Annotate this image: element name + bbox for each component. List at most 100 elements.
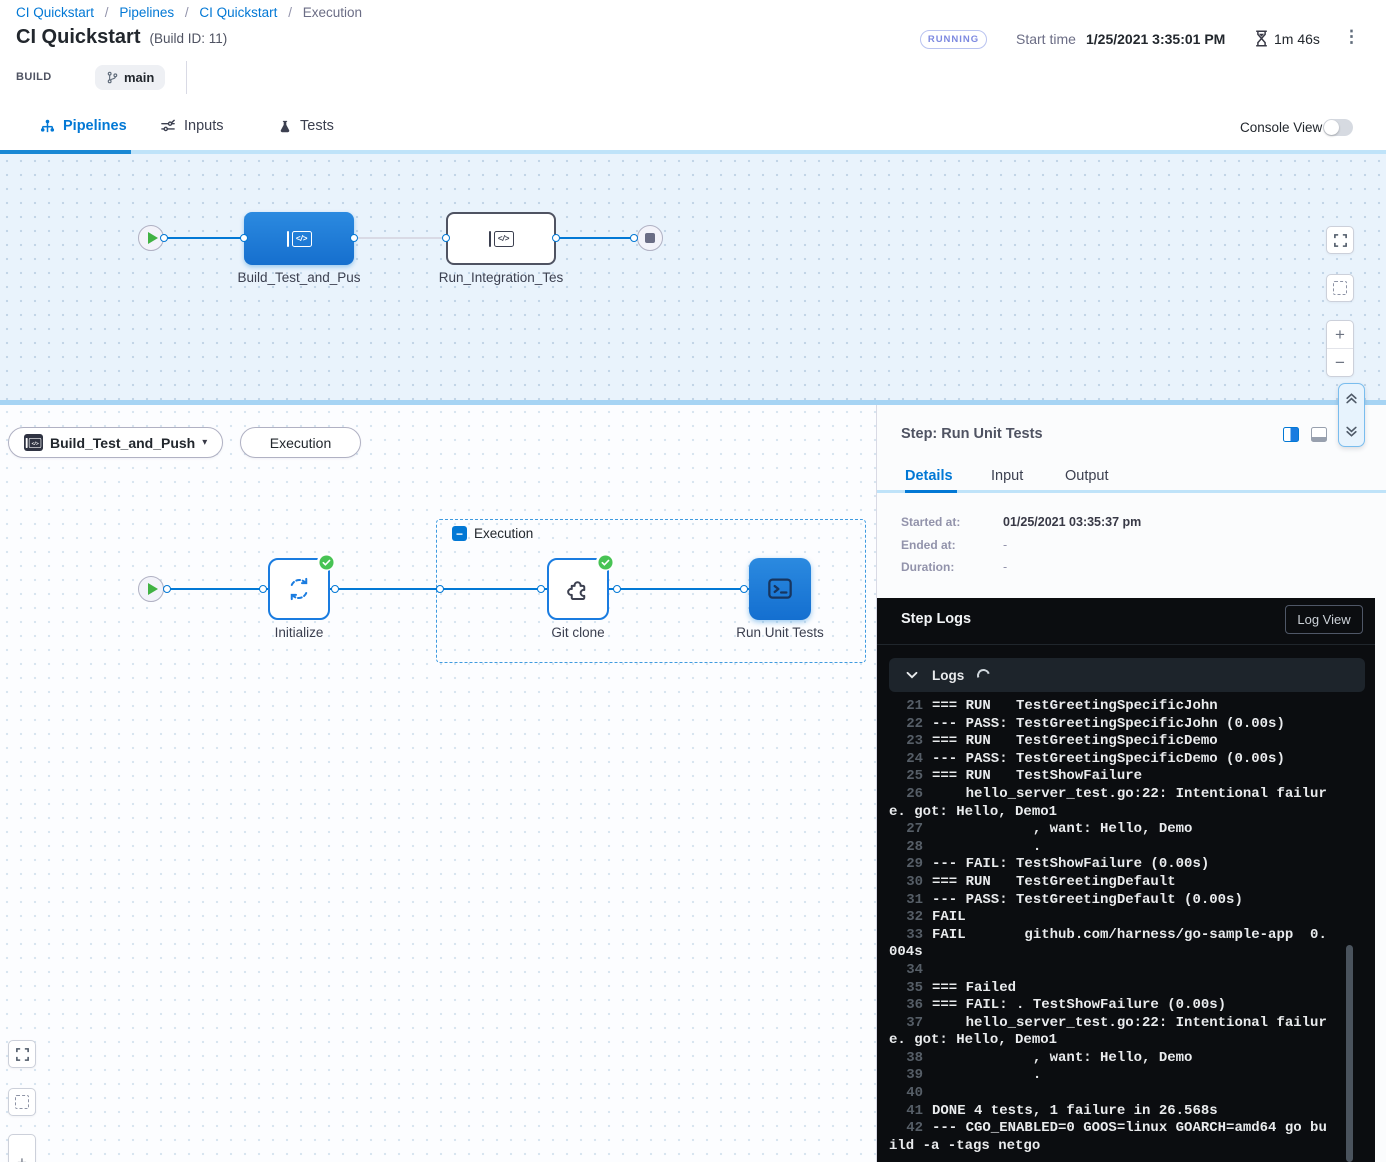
zoom-out-button[interactable]: − — [1327, 349, 1353, 376]
zoom-in-button[interactable]: + — [1327, 321, 1353, 348]
connector-port — [537, 585, 545, 593]
connector-port — [552, 234, 560, 242]
tab-input[interactable]: Input — [991, 468, 1023, 484]
git-branch-icon — [106, 70, 119, 85]
log-line: 21=== RUN TestGreetingSpecificJohn — [889, 698, 1331, 716]
log-line-text: --- CGO_ENABLED=0 GOOS=linux GOARCH=amd6… — [889, 1120, 1327, 1154]
log-line-number: 30 — [889, 874, 923, 892]
double-chevron-up-icon[interactable] — [1345, 391, 1358, 405]
step-panel-title: Step: Run Unit Tests — [901, 426, 1043, 442]
lower-section: Build_Test_and_Push ▾ Execution − Execut… — [0, 405, 1386, 1162]
step-label: Run Unit Tests — [731, 625, 829, 640]
log-line: 27 , want: Hello, Demo — [889, 821, 1331, 839]
log-line-number: 37 — [889, 1015, 923, 1033]
log-line-text: === Failed — [932, 980, 1016, 996]
marquee-icon — [1333, 281, 1347, 295]
tab-details[interactable]: Details — [905, 468, 953, 484]
branch-chip[interactable]: main — [95, 65, 165, 90]
start-time-value: 1/25/2021 3:35:01 PM — [1086, 31, 1225, 47]
log-line: 24--- PASS: TestGreetingSpecificDemo (0.… — [889, 751, 1331, 769]
logs-header-divider — [877, 644, 1375, 645]
tab-output[interactable]: Output — [1065, 468, 1109, 484]
marquee-select-button[interactable] — [1326, 274, 1354, 302]
layout-bottom-panel-icon[interactable] — [1311, 427, 1327, 442]
logs-accordion-header[interactable]: Logs — [889, 658, 1365, 692]
build-id: (Build ID: 11) — [149, 31, 227, 46]
execution-view-chip[interactable]: Execution — [240, 427, 361, 458]
zoom-controls: + − — [1326, 320, 1354, 377]
step-details-panel: Step: Run Unit Tests Details Input Outpu… — [876, 405, 1386, 1162]
tab-tests[interactable]: Tests — [278, 118, 334, 134]
tab-pipelines[interactable]: Pipelines — [40, 118, 127, 134]
title-row: CI Quickstart (Build ID: 11) — [16, 26, 227, 49]
log-line-number: 41 — [889, 1103, 923, 1121]
log-line: 36=== FAIL: . TestShowFailure (0.00s) — [889, 997, 1331, 1015]
log-line: 39 . — [889, 1067, 1331, 1085]
step-node-initialize[interactable] — [268, 558, 330, 620]
fullscreen-button[interactable] — [8, 1040, 36, 1068]
log-line: 41DONE 4 tests, 1 failure in 26.568s — [889, 1103, 1331, 1121]
log-line-text: === RUN TestGreetingSpecificDemo — [932, 733, 1218, 749]
log-line-number: 26 — [889, 786, 923, 804]
connector-port — [740, 585, 748, 593]
steps-start-node — [138, 576, 164, 602]
zoom-controls: + — [8, 1134, 36, 1162]
loading-spinner-icon — [975, 666, 992, 683]
logs-terminal: Step Logs Log View Logs 21=== RUN TestGr — [877, 598, 1375, 1162]
step-details-section: Step: Run Unit Tests Details Input Outpu… — [877, 405, 1386, 598]
ci-stage-icon — [24, 434, 43, 451]
logs-scrollbar-thumb[interactable] — [1346, 945, 1353, 1162]
log-line-number: 34 — [889, 962, 923, 980]
breadcrumb: CI Quickstart / Pipelines / CI Quickstar… — [16, 5, 362, 20]
breadcrumb-current: Execution — [303, 5, 362, 20]
collapse-group-icon[interactable]: − — [452, 526, 467, 541]
field-value: 01/25/2021 03:35:37 pm — [1003, 515, 1141, 529]
log-line-number: 22 — [889, 716, 923, 734]
field-value: - — [1003, 538, 1007, 552]
breadcrumb-link-pipeline[interactable]: CI Quickstart — [199, 5, 277, 20]
page-title: CI Quickstart — [16, 26, 140, 49]
stage-selector-dropdown[interactable]: Build_Test_and_Push ▾ — [8, 427, 223, 458]
toggle-knob — [1324, 120, 1339, 135]
connector-port — [442, 234, 450, 242]
stage-node-run-integration-test[interactable] — [446, 212, 556, 265]
step-node-run-unit-tests[interactable] — [749, 558, 811, 620]
double-chevron-down-icon[interactable] — [1345, 425, 1358, 439]
tab-pipelines-label: Pipelines — [63, 118, 127, 134]
log-line: 28 . — [889, 839, 1331, 857]
stage-node-build-test-and-push[interactable] — [244, 212, 354, 265]
panel-resize-chevrons[interactable] — [1338, 383, 1365, 447]
log-line: 37 hello_server_test.go:22: Intentional … — [889, 1015, 1331, 1050]
breadcrumb-link-project[interactable]: CI Quickstart — [16, 5, 94, 20]
play-icon — [148, 232, 158, 244]
tab-inputs[interactable]: Inputs — [160, 118, 224, 134]
more-options-menu-icon[interactable]: ⋮ — [1343, 27, 1360, 47]
fullscreen-button[interactable] — [1326, 226, 1354, 254]
layout-right-panel-icon[interactable] — [1283, 427, 1299, 442]
ci-codebase-icon — [287, 231, 312, 247]
tab-bar: Pipelines Inputs Tests Console View — [0, 103, 1386, 154]
log-line: 35=== Failed — [889, 980, 1331, 998]
stage-steps-canvas[interactable]: Build_Test_and_Push ▾ Execution − Execut… — [0, 405, 876, 1162]
tests-flask-icon — [278, 119, 292, 134]
log-line-text: FAIL — [932, 909, 966, 925]
breadcrumb-link-pipelines[interactable]: Pipelines — [119, 5, 174, 20]
connector-port — [240, 234, 248, 242]
zoom-in-button[interactable]: + — [9, 1135, 35, 1162]
log-line-number: 38 — [889, 1050, 923, 1068]
marquee-select-button[interactable] — [8, 1088, 36, 1116]
log-line: 38 , want: Hello, Demo — [889, 1050, 1331, 1068]
connector-port — [259, 585, 267, 593]
marquee-icon — [15, 1095, 29, 1109]
console-view-toggle[interactable] — [1323, 119, 1353, 136]
detail-field-row: Started at: 01/25/2021 03:35:37 pm — [901, 515, 1141, 529]
step-node-git-clone[interactable] — [547, 558, 609, 620]
log-line-number: 33 — [889, 927, 923, 945]
log-line-text: --- PASS: TestGreetingSpecificDemo (0.00… — [932, 751, 1285, 767]
field-value: - — [1003, 560, 1007, 574]
log-view-button[interactable]: Log View — [1285, 605, 1363, 634]
log-line-number: 36 — [889, 997, 923, 1015]
pipeline-canvas[interactable]: Build_Test_and_Pus Run_Integration_Tes +… — [0, 154, 1386, 400]
log-line: 22--- PASS: TestGreetingSpecificJohn (0.… — [889, 716, 1331, 734]
log-line-number: 25 — [889, 768, 923, 786]
